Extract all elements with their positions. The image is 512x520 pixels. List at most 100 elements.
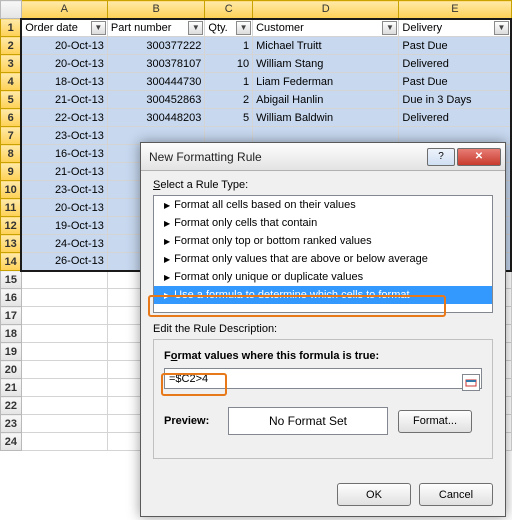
- row-header-8[interactable]: 8: [1, 145, 22, 163]
- row-header-13[interactable]: 13: [1, 235, 22, 253]
- column-header-D[interactable]: D: [253, 1, 399, 19]
- triangle-icon: ▶: [164, 219, 170, 228]
- cell-A15[interactable]: [21, 271, 107, 289]
- cell-A21[interactable]: [21, 379, 107, 397]
- row-header-3[interactable]: 3: [1, 55, 22, 73]
- cell-A8[interactable]: 16-Oct-13: [21, 145, 107, 163]
- cell-A13[interactable]: 24-Oct-13: [21, 235, 107, 253]
- cell-A3[interactable]: 20-Oct-13: [21, 55, 107, 73]
- row-header-4[interactable]: 4: [1, 73, 22, 91]
- cell-C6[interactable]: 5: [205, 109, 253, 127]
- row-header-12[interactable]: 12: [1, 217, 22, 235]
- header-cell-E[interactable]: Delivery▼: [399, 19, 511, 37]
- cell-A23[interactable]: [21, 415, 107, 433]
- triangle-icon: ▶: [164, 291, 170, 300]
- row-header-10[interactable]: 10: [1, 181, 22, 199]
- rule-type-item-0[interactable]: ▶Format all cells based on their values: [154, 196, 492, 214]
- format-button[interactable]: Format...: [398, 410, 472, 433]
- help-button[interactable]: ?: [427, 148, 455, 166]
- cell-E4[interactable]: Past Due: [399, 73, 511, 91]
- header-cell-A[interactable]: Order date▼: [21, 19, 107, 37]
- row-header-9[interactable]: 9: [1, 163, 22, 181]
- filter-dropdown-icon[interactable]: ▼: [236, 21, 251, 35]
- row-header-5[interactable]: 5: [1, 91, 22, 109]
- filter-dropdown-icon[interactable]: ▼: [188, 21, 203, 35]
- rule-type-item-5[interactable]: ▶Use a formula to determine which cells …: [154, 286, 492, 304]
- cell-A19[interactable]: [21, 343, 107, 361]
- cell-B3[interactable]: 300378107: [107, 55, 205, 73]
- cancel-button[interactable]: Cancel: [419, 483, 493, 506]
- rule-type-item-4[interactable]: ▶Format only unique or duplicate values: [154, 268, 492, 286]
- cell-D4[interactable]: Liam Federman: [253, 73, 399, 91]
- cell-C2[interactable]: 1: [205, 37, 253, 55]
- cell-A10[interactable]: 23-Oct-13: [21, 181, 107, 199]
- column-header-B[interactable]: B: [107, 1, 205, 19]
- row-header-18[interactable]: 18: [1, 325, 22, 343]
- row-header-23[interactable]: 23: [1, 415, 22, 433]
- cell-A9[interactable]: 21-Oct-13: [21, 163, 107, 181]
- row-header-20[interactable]: 20: [1, 361, 22, 379]
- row-header-21[interactable]: 21: [1, 379, 22, 397]
- cell-E2[interactable]: Past Due: [399, 37, 511, 55]
- formula-input[interactable]: [164, 368, 482, 389]
- cell-A7[interactable]: 23-Oct-13: [21, 127, 107, 145]
- row-header-19[interactable]: 19: [1, 343, 22, 361]
- row-header-6[interactable]: 6: [1, 109, 22, 127]
- row-header-17[interactable]: 17: [1, 307, 22, 325]
- filter-dropdown-icon[interactable]: ▼: [494, 21, 509, 35]
- cell-C4[interactable]: 1: [205, 73, 253, 91]
- cell-C3[interactable]: 10: [205, 55, 253, 73]
- rule-type-item-1[interactable]: ▶Format only cells that contain: [154, 214, 492, 232]
- cell-A14[interactable]: 26-Oct-13: [21, 253, 107, 271]
- row-header-16[interactable]: 16: [1, 289, 22, 307]
- header-cell-D[interactable]: Customer▼: [253, 19, 399, 37]
- close-button[interactable]: ✕: [457, 148, 501, 166]
- column-header-E[interactable]: E: [399, 1, 511, 19]
- row-header-14[interactable]: 14: [1, 253, 22, 271]
- cell-D2[interactable]: Michael Truitt: [253, 37, 399, 55]
- cell-A12[interactable]: 19-Oct-13: [21, 217, 107, 235]
- cell-A22[interactable]: [21, 397, 107, 415]
- cell-E6[interactable]: Delivered: [399, 109, 511, 127]
- filter-dropdown-icon[interactable]: ▼: [382, 21, 397, 35]
- row-header-15[interactable]: 15: [1, 271, 22, 289]
- cell-B6[interactable]: 300448203: [107, 109, 205, 127]
- row-header-11[interactable]: 11: [1, 199, 22, 217]
- cell-A11[interactable]: 20-Oct-13: [21, 199, 107, 217]
- cell-E5[interactable]: Due in 3 Days: [399, 91, 511, 109]
- cell-A2[interactable]: 20-Oct-13: [21, 37, 107, 55]
- cell-C5[interactable]: 2: [205, 91, 253, 109]
- ok-button[interactable]: OK: [337, 483, 411, 506]
- row-header-24[interactable]: 24: [1, 433, 22, 451]
- header-cell-C[interactable]: Qty.▼: [205, 19, 253, 37]
- column-header-A[interactable]: A: [21, 1, 107, 19]
- rule-type-list[interactable]: ▶Format all cells based on their values▶…: [153, 195, 493, 313]
- row-header-7[interactable]: 7: [1, 127, 22, 145]
- row-header-2[interactable]: 2: [1, 37, 22, 55]
- header-cell-B[interactable]: Part number▼: [107, 19, 205, 37]
- cell-A16[interactable]: [21, 289, 107, 307]
- cell-E3[interactable]: Delivered: [399, 55, 511, 73]
- cell-D5[interactable]: Abigail Hanlin: [253, 91, 399, 109]
- row-header-22[interactable]: 22: [1, 397, 22, 415]
- cell-D3[interactable]: William Stang: [253, 55, 399, 73]
- cell-A20[interactable]: [21, 361, 107, 379]
- cell-B2[interactable]: 300377222: [107, 37, 205, 55]
- cell-A18[interactable]: [21, 325, 107, 343]
- cell-D6[interactable]: William Baldwin: [253, 109, 399, 127]
- select-rule-type-label: Select a Rule Type:: [153, 179, 493, 191]
- cell-B5[interactable]: 300452863: [107, 91, 205, 109]
- rule-type-item-3[interactable]: ▶Format only values that are above or be…: [154, 250, 492, 268]
- row-header-1[interactable]: 1: [1, 19, 22, 37]
- cell-A4[interactable]: 18-Oct-13: [21, 73, 107, 91]
- cell-A24[interactable]: [21, 433, 107, 451]
- cell-A17[interactable]: [21, 307, 107, 325]
- range-selector-button[interactable]: [462, 374, 480, 391]
- filter-dropdown-icon[interactable]: ▼: [91, 21, 106, 35]
- dialog-titlebar[interactable]: New Formatting Rule ? ✕: [141, 143, 505, 171]
- cell-B4[interactable]: 300444730: [107, 73, 205, 91]
- cell-A5[interactable]: 21-Oct-13: [21, 91, 107, 109]
- cell-A6[interactable]: 22-Oct-13: [21, 109, 107, 127]
- rule-type-item-2[interactable]: ▶Format only top or bottom ranked values: [154, 232, 492, 250]
- column-header-C[interactable]: C: [205, 1, 253, 19]
